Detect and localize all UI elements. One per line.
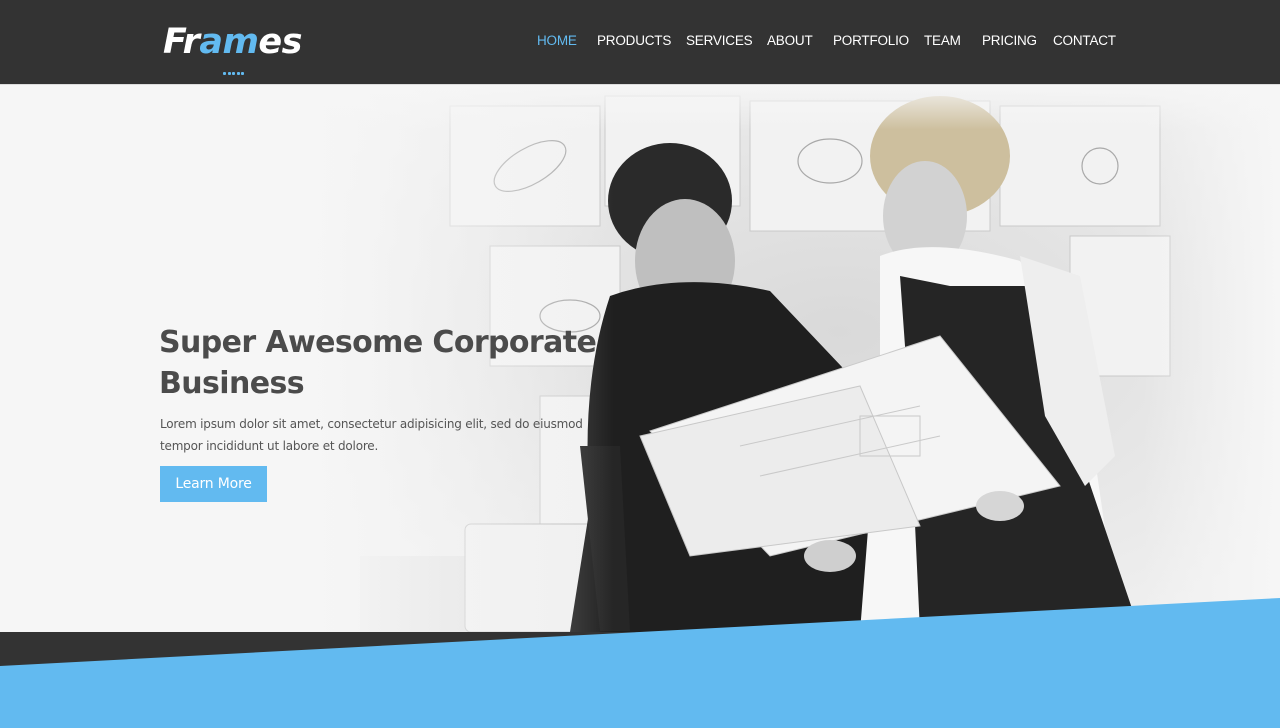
nav-products[interactable]: PRODUCTS: [597, 33, 671, 48]
logo-dots-icon: [223, 60, 246, 79]
nav-team[interactable]: TEAM: [924, 33, 961, 48]
diagonal-band: [0, 598, 1280, 728]
hero-section: Super Awesome Corporate Business Lorem i…: [0, 86, 1280, 632]
nav-portfolio[interactable]: PORTFOLIO: [833, 33, 909, 48]
main-nav: HOME PRODUCTS SERVICES ABOUT PORTFOLIO T…: [0, 33, 1280, 53]
nav-pricing[interactable]: PRICING: [982, 33, 1037, 48]
site-header: Frames HOME PRODUCTS SERVICES ABOUT PORT…: [0, 0, 1280, 85]
nav-contact[interactable]: CONTACT: [1053, 33, 1116, 48]
nav-services[interactable]: SERVICES: [686, 33, 753, 48]
hero-title: Super Awesome Corporate Business: [159, 325, 597, 401]
nav-home[interactable]: HOME: [537, 33, 577, 48]
learn-more-button[interactable]: Learn More: [160, 466, 267, 502]
hero-text: Lorem ipsum dolor sit amet, consectetur …: [160, 417, 583, 453]
nav-about[interactable]: ABOUT: [767, 33, 813, 48]
